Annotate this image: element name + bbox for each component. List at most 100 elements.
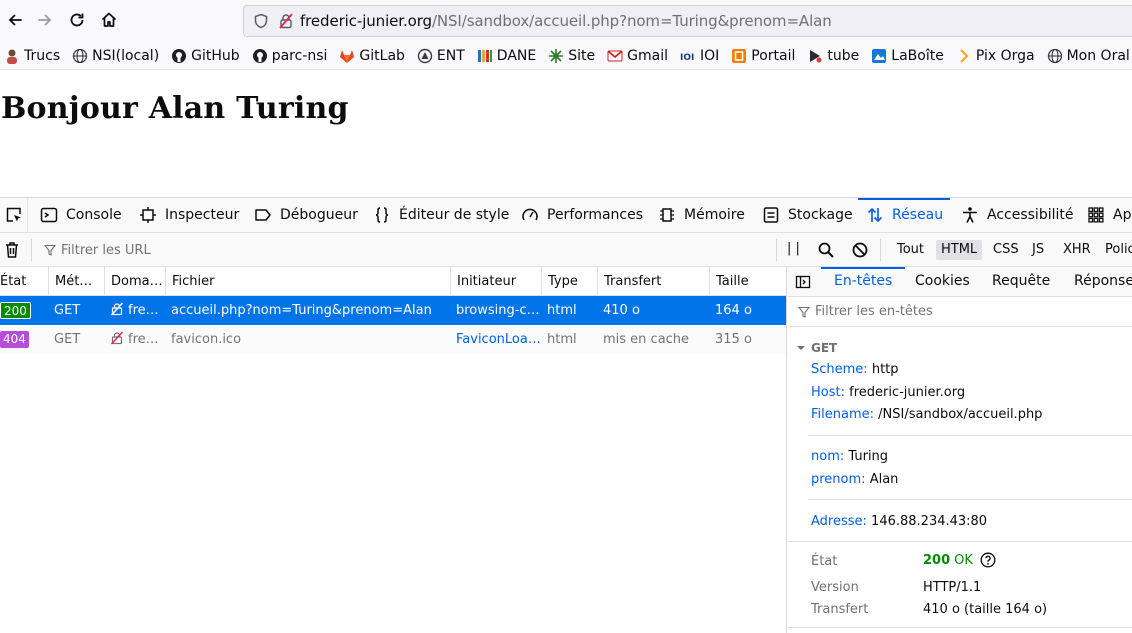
- forward-button[interactable]: [30, 5, 60, 35]
- request-domain: fre…: [104, 296, 165, 325]
- braces-icon: [375, 207, 389, 223]
- bookmark-portail[interactable]: Portail: [731, 48, 795, 64]
- url-filter-input[interactable]: Filtrer les URL: [44, 238, 151, 262]
- bookmark-ioi[interactable]: IOI IOI: [680, 48, 719, 64]
- column-type[interactable]: Type: [541, 267, 597, 296]
- trash-icon[interactable]: [2, 240, 22, 260]
- bookmark-laboite[interactable]: LaBoîte: [871, 48, 944, 64]
- request-method: GET: [54, 332, 81, 347]
- headers-filter-placeholder: Filtrer les en-têtes: [815, 304, 933, 319]
- type-filter-js[interactable]: JS: [1027, 240, 1049, 260]
- column-transfer[interactable]: Transfert: [597, 267, 709, 296]
- bookmark-pix-orga[interactable]: Pix Orga: [956, 48, 1035, 64]
- tab-storage[interactable]: Stockage: [762, 198, 853, 232]
- bookmark-label: parc-nsi: [271, 47, 328, 64]
- header-value: http: [871, 362, 899, 377]
- get-section-toggle[interactable]: GET: [796, 341, 837, 355]
- reload-button[interactable]: [62, 5, 92, 35]
- bookmark-gitlab[interactable]: GitLab: [339, 48, 405, 64]
- type-filter-fonts[interactable]: Polic: [1100, 240, 1132, 260]
- pause-button[interactable]: | |: [787, 241, 800, 256]
- tab-accessibility[interactable]: Accessibilité: [961, 198, 1073, 232]
- type-filter-css[interactable]: CSS: [988, 240, 1024, 260]
- element-picker-button[interactable]: [0, 198, 28, 232]
- tab-response[interactable]: Réponse: [1074, 267, 1132, 296]
- table-row[interactable]: 200 GET fre… accueil.php?nom=Turing&pren…: [0, 296, 786, 325]
- bookmark-site[interactable]: Site: [548, 48, 595, 64]
- type-filter-html[interactable]: HTML: [936, 240, 983, 260]
- tracking-shield-icon: [254, 13, 268, 29]
- bookmark-label: Portail: [751, 47, 796, 64]
- tab-label: Mémoire: [684, 207, 745, 223]
- bookmark-nsi-local[interactable]: NSI(local): [72, 48, 159, 64]
- column-domain[interactable]: Doma…: [104, 267, 165, 296]
- globe-icon: [1047, 48, 1063, 64]
- devtools-panel: Console Inspecteur Débogueur Éditeur de …: [0, 197, 1132, 633]
- block-icon[interactable]: [851, 241, 869, 259]
- request-type: html: [547, 332, 577, 347]
- url-text: frederic-junier.org/NSI/sandbox/accueil.…: [300, 12, 832, 30]
- query-param-nom: nom: Turing: [811, 449, 888, 464]
- element-picker-icon: [6, 207, 21, 222]
- tab-console[interactable]: Console: [40, 198, 122, 232]
- tab-cookies[interactable]: Cookies: [915, 267, 970, 296]
- tab-inspector[interactable]: Inspecteur: [139, 198, 239, 232]
- help-icon[interactable]: [980, 552, 996, 568]
- bookmark-gmail[interactable]: Gmail: [607, 48, 668, 64]
- gmail-icon: [607, 48, 623, 64]
- bookmark-ent[interactable]: ENT: [417, 48, 465, 64]
- headers-filter-input[interactable]: Filtrer les en-têtes: [788, 297, 1132, 327]
- devtools-tab-bar: Console Inspecteur Débogueur Éditeur de …: [0, 198, 1132, 233]
- tab-memory[interactable]: Mémoire: [658, 198, 745, 232]
- toggle-sidebar-icon[interactable]: [795, 274, 811, 290]
- bookmark-label: ENT: [436, 47, 465, 64]
- column-file[interactable]: Fichier: [165, 267, 450, 296]
- bookmark-label: Gmail: [627, 47, 668, 64]
- bookmark-parc-nsi[interactable]: parc-nsi: [252, 47, 328, 64]
- column-size[interactable]: Taille: [709, 267, 786, 296]
- bookmark-label: Mon Oral: [1066, 47, 1130, 64]
- tab-performance[interactable]: Performances: [521, 198, 643, 232]
- bookmark-mon-oral[interactable]: Mon Oral: [1047, 48, 1130, 64]
- column-status[interactable]: État: [0, 267, 48, 296]
- domain-text: fre…: [128, 332, 159, 347]
- bookmark-tube[interactable]: tube: [807, 48, 859, 64]
- column-method[interactable]: Mét…: [48, 267, 104, 296]
- tab-application[interactable]: Ap: [1087, 198, 1131, 232]
- tab-network[interactable]: Réseau: [858, 198, 950, 232]
- tab-label: Réseau: [892, 207, 944, 223]
- home-button[interactable]: [94, 5, 124, 35]
- param-value: Alan: [869, 472, 899, 487]
- network-toolbar: Filtrer les URL | | Tout HTML CSS JS XHR…: [0, 233, 1132, 267]
- dane-icon: [477, 48, 493, 64]
- search-icon[interactable]: [817, 241, 835, 259]
- pix-icon: [956, 48, 972, 64]
- tab-style-editor[interactable]: Éditeur de style: [373, 198, 509, 232]
- tab-debugger[interactable]: Débogueur: [254, 198, 358, 232]
- type-filter-all[interactable]: Tout: [892, 240, 929, 260]
- back-button[interactable]: [0, 5, 30, 35]
- table-row[interactable]: 404 GET fre… favicon.ico FaviconLoa… htm…: [0, 325, 786, 354]
- memory-chip-icon: [660, 208, 674, 222]
- type-filter-xhr[interactable]: XHR: [1058, 240, 1096, 260]
- header-host: Host: frederic-junier.org: [811, 385, 965, 400]
- column-initiator[interactable]: Initiateur: [450, 267, 541, 296]
- filter-funnel-icon: [44, 244, 56, 256]
- bookmark-github[interactable]: GitHub: [171, 48, 240, 64]
- tab-label: Stockage: [788, 207, 853, 223]
- param-key: prenom:: [811, 472, 866, 487]
- bookmark-trucs[interactable]: Trucs: [4, 48, 60, 64]
- bookmark-dane[interactable]: DANE: [477, 48, 536, 64]
- tab-headers[interactable]: En-têtes: [820, 267, 906, 296]
- grid-icon: [1088, 207, 1104, 223]
- domain-text: fre…: [128, 303, 159, 318]
- initiator-link[interactable]: FaviconLoa…: [456, 332, 541, 347]
- version-label: Version: [811, 580, 859, 595]
- request-list: État Mét… Doma… Fichier Initiateur Type …: [0, 267, 787, 633]
- tab-request[interactable]: Requête: [992, 267, 1050, 296]
- chevron-down-icon: [797, 346, 805, 350]
- back-arrow-icon: [8, 14, 22, 26]
- ent-icon: [417, 48, 433, 64]
- address-bar[interactable]: frederic-junier.org/NSI/sandbox/accueil.…: [243, 5, 1132, 37]
- request-initiator[interactable]: FaviconLoa…: [450, 325, 541, 354]
